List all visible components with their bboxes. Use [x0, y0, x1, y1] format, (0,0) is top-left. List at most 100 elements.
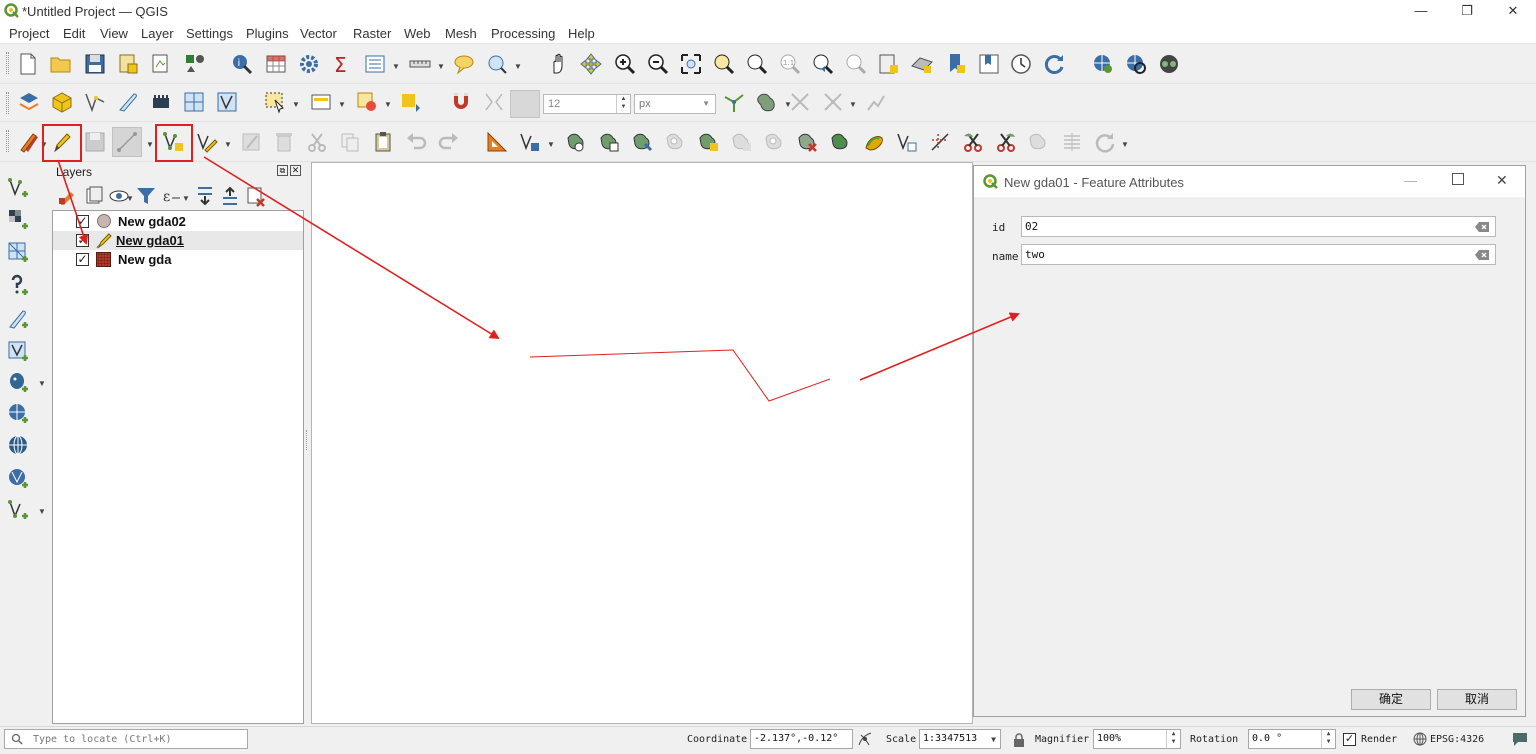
dialog-close-button[interactable]: ✕: [1496, 172, 1508, 189]
statistics-sigma-icon[interactable]: Σ: [330, 52, 354, 76]
layer-item-new-gda01[interactable]: ✓ New gda01: [53, 231, 303, 250]
avoid-overlap-icon[interactable]: [755, 90, 779, 114]
new-virtual-layer-icon[interactable]: [182, 90, 206, 114]
refresh-icon[interactable]: [1042, 52, 1066, 76]
measure-line-icon[interactable]: [408, 52, 432, 76]
collapse-all-icon[interactable]: [219, 184, 243, 208]
locator-search-input[interactable]: Type to locate (Ctrl+K): [4, 729, 248, 749]
open-layer-styling-icon[interactable]: [57, 184, 81, 208]
identify-icon[interactable]: i: [230, 52, 254, 76]
chevron-down-icon[interactable]: ▼: [38, 507, 46, 516]
magnifier-spinbox[interactable]: 100% ▲ ▼: [1093, 729, 1181, 749]
clear-field-icon[interactable]: [1475, 250, 1489, 260]
menu-processing[interactable]: Processing: [491, 26, 555, 41]
new-map-view-icon[interactable]: [877, 52, 901, 76]
new-vector-layer-icon[interactable]: [7, 498, 31, 522]
deselect-all-icon[interactable]: [355, 90, 379, 114]
expand-all-icon[interactable]: [194, 184, 218, 208]
new-print-layout-icon[interactable]: [149, 52, 173, 76]
rotate-feature-icon[interactable]: [565, 130, 589, 154]
chevron-down-icon[interactable]: ▼: [437, 62, 445, 71]
scale-select[interactable]: 1:3347513 ▼: [919, 729, 1001, 749]
menu-view[interactable]: View: [100, 26, 128, 41]
move-feature-icon[interactable]: [598, 130, 622, 154]
temporal-controller-icon[interactable]: [1009, 52, 1033, 76]
topological-editing-icon[interactable]: [722, 90, 746, 114]
menu-vector[interactable]: Vector: [300, 26, 337, 41]
simplify-feature-icon[interactable]: [631, 130, 655, 154]
quickosm-icon[interactable]: [1157, 52, 1181, 76]
chevron-down-icon[interactable]: ▼: [182, 194, 190, 203]
new-3d-map-view-icon[interactable]: [910, 52, 934, 76]
trim-extend-icon[interactable]: [928, 130, 952, 154]
filter-by-expression-icon[interactable]: ε: [160, 184, 184, 208]
zoom-in-icon[interactable]: [613, 52, 637, 76]
open-project-icon[interactable]: [49, 52, 73, 76]
chevron-down-icon[interactable]: ▼: [547, 140, 555, 149]
menu-help[interactable]: Help: [568, 26, 595, 41]
select-by-value-icon[interactable]: [309, 90, 333, 114]
menu-web[interactable]: Web: [404, 26, 431, 41]
spin-arrows-icon[interactable]: ▲ ▼: [616, 95, 630, 113]
layer-item-new-gda02[interactable]: ✓ New gda02: [53, 212, 303, 231]
add-point-icon[interactable]: [399, 90, 423, 114]
menu-plugins[interactable]: Plugins: [246, 26, 289, 41]
menu-settings[interactable]: Settings: [186, 26, 233, 41]
crs-label[interactable]: EPSG:4326: [1430, 734, 1484, 745]
menu-edit[interactable]: Edit: [63, 26, 85, 41]
map-tips-icon[interactable]: [452, 52, 476, 76]
paste-features-icon[interactable]: [371, 130, 395, 154]
menu-layer[interactable]: Layer: [141, 26, 174, 41]
chevron-down-icon[interactable]: ▼: [384, 100, 392, 109]
attribute-table-icon[interactable]: [264, 52, 288, 76]
chevron-down-icon[interactable]: ▼: [224, 140, 232, 149]
add-virtual-layer-icon[interactable]: [7, 340, 31, 364]
toolbar-grip[interactable]: [6, 52, 9, 74]
add-part-icon[interactable]: [697, 130, 721, 154]
new-spatialite-icon[interactable]: [149, 90, 173, 114]
clear-field-icon[interactable]: [1475, 222, 1489, 232]
new-temporary-layer-icon[interactable]: [116, 90, 140, 114]
chevron-down-icon[interactable]: ▼: [126, 194, 134, 203]
vertex-tool-icon[interactable]: [195, 130, 219, 154]
coordinate-input[interactable]: -2.137°,-0.12°: [750, 729, 853, 749]
advanced-digitizing-icon[interactable]: [485, 130, 509, 154]
menu-raster[interactable]: Raster: [353, 26, 391, 41]
map-canvas[interactable]: [311, 162, 973, 724]
new-shapefile-icon[interactable]: [83, 90, 107, 114]
save-as-icon[interactable]: [116, 52, 140, 76]
chevron-down-icon[interactable]: ▼: [38, 379, 46, 388]
add-wms-layer-icon[interactable]: [7, 402, 31, 426]
toolbar-grip[interactable]: [6, 92, 9, 114]
filter-legend-icon[interactable]: [134, 184, 158, 208]
processing-toolbox-icon[interactable]: [297, 52, 321, 76]
minimize-button[interactable]: —: [1398, 0, 1444, 23]
zoom-to-selection-icon[interactable]: [712, 52, 736, 76]
add-mesh-layer-icon[interactable]: [7, 241, 31, 265]
select-features-icon[interactable]: [263, 90, 287, 114]
layer-item-new-gda[interactable]: ✓ New gda: [53, 250, 303, 269]
dialog-maximize-button[interactable]: [1452, 173, 1464, 185]
add-spatialite-layer-icon[interactable]: [7, 307, 31, 331]
chevron-down-icon[interactable]: ▼: [849, 100, 857, 109]
chevron-down-icon[interactable]: ▼: [514, 62, 522, 71]
add-raster-layer-icon[interactable]: [7, 208, 31, 232]
metasearch-web-icon[interactable]: [1124, 52, 1148, 76]
field-input-name[interactable]: two: [1021, 244, 1496, 265]
spin-arrows-icon[interactable]: ▲ ▼: [1321, 730, 1335, 748]
snapping-unit-select[interactable]: px ▼: [634, 94, 716, 114]
split-parts-icon[interactable]: [994, 130, 1018, 154]
dialog-minimize-button[interactable]: —: [1404, 173, 1417, 188]
pan-hand-icon[interactable]: [546, 52, 570, 76]
offset-curve-icon[interactable]: [862, 130, 886, 154]
panel-splitter[interactable]: [306, 430, 308, 450]
split-features-icon[interactable]: [961, 130, 985, 154]
open-field-calculator-icon[interactable]: [363, 52, 387, 76]
toolbar-grip[interactable]: [6, 130, 9, 152]
ok-button[interactable]: 确定: [1351, 689, 1431, 710]
add-postgis-layer-icon[interactable]: [7, 371, 31, 395]
snapping-type-button[interactable]: [510, 90, 540, 118]
chevron-down-icon[interactable]: ▼: [292, 100, 300, 109]
zoom-out-icon[interactable]: [646, 52, 670, 76]
add-wfs-layer-icon[interactable]: [7, 434, 31, 458]
